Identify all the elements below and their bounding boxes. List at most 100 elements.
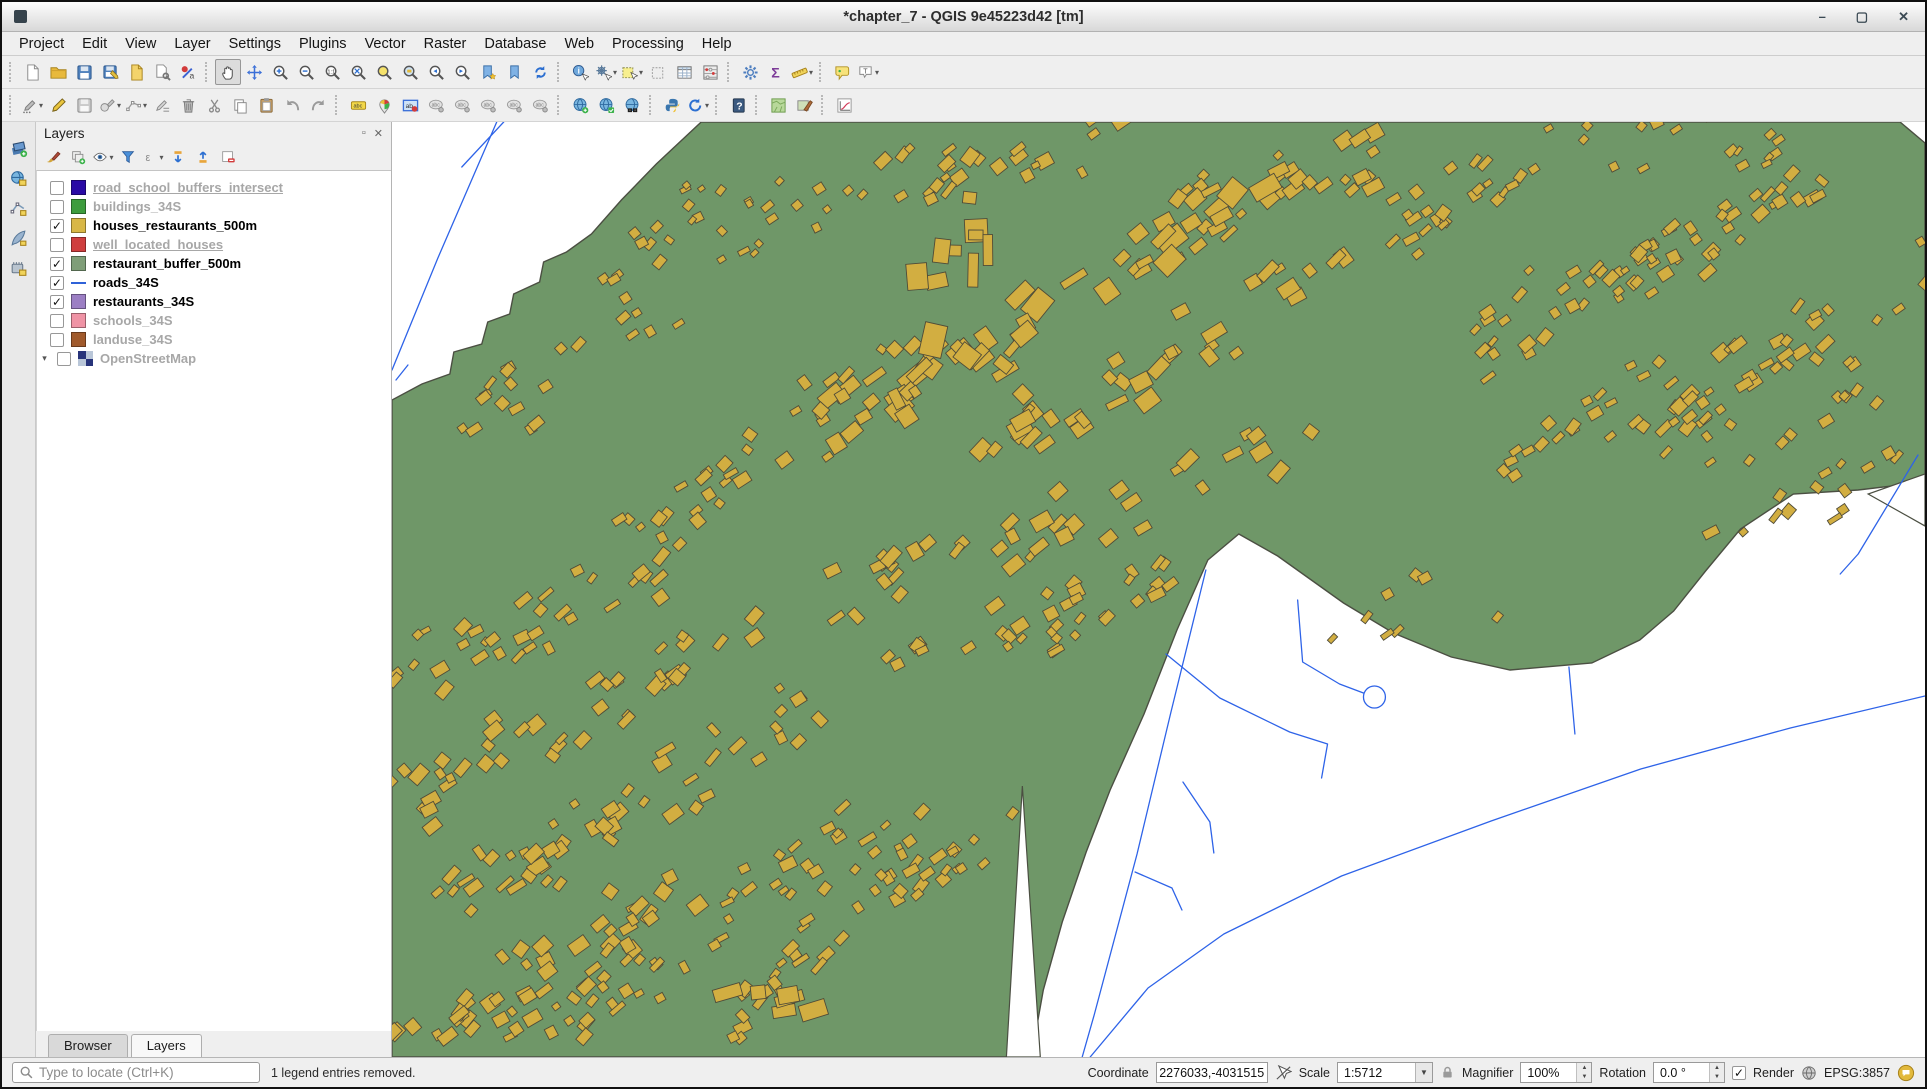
- scale-combo[interactable]: 1:5712▼: [1337, 1062, 1433, 1083]
- metasearch-services-button[interactable]: [593, 92, 619, 118]
- copy-features-button[interactable]: [227, 92, 253, 118]
- zoom-out-button[interactable]: [293, 59, 319, 85]
- save-project-as-button[interactable]: [97, 59, 123, 85]
- menu-item-vector[interactable]: Vector: [356, 34, 415, 54]
- map-canvas[interactable]: [392, 122, 1925, 1057]
- toolbar-separator[interactable]: [9, 62, 15, 82]
- layer-visibility-checkbox[interactable]: [50, 314, 64, 328]
- rotation-spinbox[interactable]: 0.0 °▲▼: [1653, 1062, 1725, 1083]
- close-button[interactable]: ✕: [1898, 10, 1909, 23]
- text-annotation-button[interactable]: T▾: [855, 59, 881, 85]
- add-vector-layer-button[interactable]: [6, 196, 32, 220]
- new-project-button[interactable]: [19, 59, 45, 85]
- crs-label[interactable]: EPSG:3857: [1824, 1066, 1890, 1080]
- zoom-next-button[interactable]: [449, 59, 475, 85]
- open-layer-styling-button[interactable]: [41, 146, 65, 169]
- field-calculator-button[interactable]: [697, 59, 723, 85]
- toolbar-separator[interactable]: [557, 95, 563, 115]
- spin-up-icon[interactable]: ▲: [1710, 1063, 1724, 1073]
- undo-button[interactable]: [279, 92, 305, 118]
- panel-close-icon[interactable]: ✕: [374, 127, 383, 140]
- filter-legend-button[interactable]: [116, 146, 140, 169]
- layer-row-landuse_34s[interactable]: landuse_34S: [37, 330, 391, 349]
- locate-search-input[interactable]: Type to locate (Ctrl+K): [12, 1062, 260, 1083]
- processing-toolbox-button[interactable]: [737, 59, 763, 85]
- toolbar-separator[interactable]: [715, 95, 721, 115]
- lock-scale-icon[interactable]: [1440, 1065, 1455, 1080]
- rotate-label-button[interactable]: abc: [501, 92, 527, 118]
- render-checkbox[interactable]: ✓: [1732, 1066, 1746, 1080]
- pan-to-selection-button[interactable]: [241, 59, 267, 85]
- pin-labels-button[interactable]: abc: [423, 92, 449, 118]
- metasearch-button[interactable]: [619, 92, 645, 118]
- refresh-map-button[interactable]: [527, 59, 553, 85]
- extents-toggle-icon[interactable]: [1275, 1064, 1292, 1081]
- layer-visibility-checkbox[interactable]: [50, 200, 64, 214]
- layer-row-well_located_houses[interactable]: well_located_houses: [37, 235, 391, 254]
- modify-attributes-button[interactable]: [149, 92, 175, 118]
- current-edits-button[interactable]: ▾: [19, 92, 45, 118]
- message-log-icon[interactable]: [1897, 1064, 1915, 1082]
- paste-features-button[interactable]: [253, 92, 279, 118]
- remove-layer-button[interactable]: [216, 146, 240, 169]
- spin-up-icon[interactable]: ▲: [1577, 1063, 1591, 1073]
- zoom-native-button[interactable]: 1:1: [319, 59, 345, 85]
- toolbar-separator[interactable]: [649, 95, 655, 115]
- expander-icon[interactable]: ▾: [39, 353, 50, 364]
- menu-item-database[interactable]: Database: [475, 34, 555, 54]
- delete-selected-button[interactable]: [175, 92, 201, 118]
- show-bookmarks-button[interactable]: [501, 59, 527, 85]
- save-project-button[interactable]: [71, 59, 97, 85]
- toolbar-separator[interactable]: [755, 95, 761, 115]
- chevron-down-icon[interactable]: ▾: [639, 68, 643, 77]
- layer-visibility-checkbox[interactable]: [57, 352, 71, 366]
- zoom-to-layer-button[interactable]: [397, 59, 423, 85]
- new-print-layout-button[interactable]: [123, 59, 149, 85]
- redo-button[interactable]: [305, 92, 331, 118]
- show-hidden-labels-button[interactable]: abc: [449, 92, 475, 118]
- layer-visibility-checkbox[interactable]: ✓: [50, 257, 64, 271]
- identify-features-button[interactable]: i: [567, 59, 593, 85]
- layer-row-restaurants_34s[interactable]: ✓restaurants_34S: [37, 292, 391, 311]
- layer-row-houses_restaurants_500m[interactable]: ✓houses_restaurants_500m: [37, 216, 391, 235]
- minimize-button[interactable]: –: [1819, 10, 1826, 23]
- coordinate-input[interactable]: 2276033,-4031515: [1156, 1062, 1268, 1083]
- magnifier-spinbox[interactable]: 100%▲▼: [1520, 1062, 1592, 1083]
- style-manager-button[interactable]: a: [175, 59, 201, 85]
- select-features-button[interactable]: ▾: [619, 59, 645, 85]
- layer-row-roads_34s[interactable]: ✓roads_34S: [37, 273, 391, 292]
- toggle-editing-button[interactable]: [45, 92, 71, 118]
- menu-item-settings[interactable]: Settings: [220, 34, 290, 54]
- highlight-labels-button[interactable]: ab: [397, 92, 423, 118]
- layer-visibility-checkbox[interactable]: [50, 238, 64, 252]
- measure-line-button[interactable]: ▾: [789, 59, 815, 85]
- menu-item-plugins[interactable]: Plugins: [290, 34, 356, 54]
- layer-row-restaurant_buffer_500m[interactable]: ✓restaurant_buffer_500m: [37, 254, 391, 273]
- expand-all-button[interactable]: [166, 146, 190, 169]
- layer-visibility-checkbox[interactable]: ✓: [50, 276, 64, 290]
- show-statistics-button[interactable]: Σ: [763, 59, 789, 85]
- chevron-down-icon[interactable]: ▾: [159, 153, 163, 162]
- add-delimited-text-layer-button[interactable]: [6, 226, 32, 250]
- zoom-in-button[interactable]: [267, 59, 293, 85]
- menu-item-view[interactable]: View: [116, 34, 165, 54]
- add-group-button[interactable]: [66, 146, 90, 169]
- menu-item-layer[interactable]: Layer: [165, 34, 219, 54]
- layer-labeling-button[interactable]: abc: [345, 92, 371, 118]
- menu-item-raster[interactable]: Raster: [415, 34, 476, 54]
- manage-map-themes-button[interactable]: ▾: [91, 146, 115, 169]
- layer-diagram-button[interactable]: [371, 92, 397, 118]
- menu-item-project[interactable]: Project: [10, 34, 73, 54]
- deselect-features-button[interactable]: [645, 59, 671, 85]
- chevron-down-icon[interactable]: ▾: [875, 68, 879, 77]
- menu-item-processing[interactable]: Processing: [603, 34, 693, 54]
- layer-row-schools_34s[interactable]: schools_34S: [37, 311, 391, 330]
- menu-item-web[interactable]: Web: [555, 34, 603, 54]
- toolbar-separator[interactable]: [821, 95, 827, 115]
- spin-down-icon[interactable]: ▼: [1710, 1073, 1724, 1083]
- maximize-button[interactable]: ▢: [1856, 10, 1868, 23]
- open-attribute-table-button[interactable]: [671, 59, 697, 85]
- layer-visibility-checkbox[interactable]: ✓: [50, 219, 64, 233]
- chevron-down-icon[interactable]: ▾: [39, 101, 43, 110]
- data-source-manager-button[interactable]: [6, 136, 32, 160]
